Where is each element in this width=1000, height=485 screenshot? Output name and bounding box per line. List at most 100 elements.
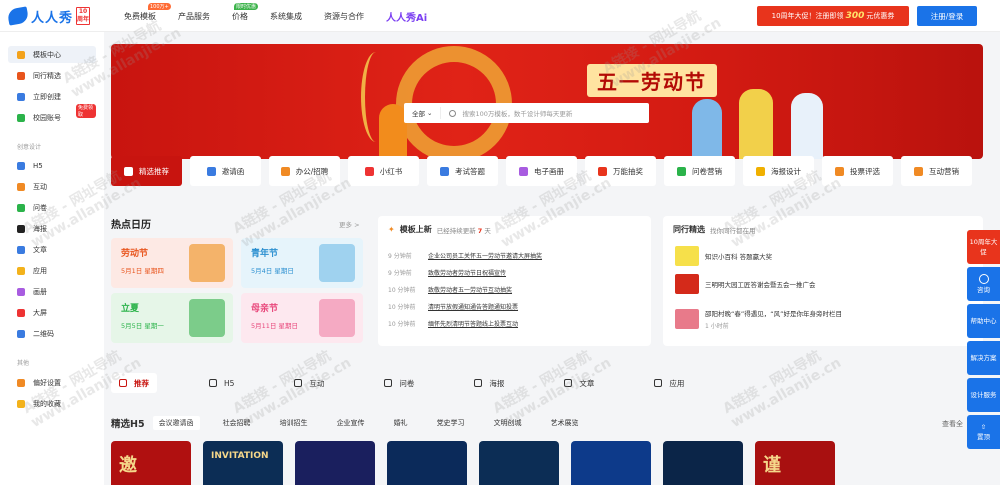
heart-icon xyxy=(17,378,25,387)
h5-thumbnail[interactable] xyxy=(295,441,375,485)
calendar-card[interactable]: 青年节 5月4日 星期日 xyxy=(241,238,363,288)
sidebar-item-article[interactable]: 文章 xyxy=(8,241,96,258)
category-1[interactable]: 邀请函 xyxy=(190,156,261,186)
nav-products[interactable]: 产品服务 xyxy=(178,11,210,22)
subtab[interactable]: 会议邀请函 xyxy=(152,416,200,430)
h5-thumbnails: 邀 INVITATION 谨 xyxy=(111,441,983,485)
sidebar-item-interactive[interactable]: 互动 xyxy=(8,178,96,195)
category-10[interactable]: 互动营销 xyxy=(901,156,972,186)
brand-logo[interactable]: 人人秀 10 周年 xyxy=(6,6,91,26)
back-to-top-button[interactable]: ⇧ 置顶 xyxy=(967,415,1000,449)
design-heading: 创意设计 xyxy=(17,144,42,151)
peer-row[interactable]: 三明明大园工匠答谢会暨五会一推广会 xyxy=(675,274,816,294)
category-icon xyxy=(756,166,765,176)
subtab[interactable]: 艺术展览 xyxy=(545,416,585,430)
sidebar-item-favorites[interactable]: 我的收藏 xyxy=(8,395,96,412)
free-tag: 免费领取 xyxy=(76,104,96,118)
category-9[interactable]: 投票评选 xyxy=(822,156,893,186)
nav-partners[interactable]: 资源与合作 xyxy=(324,11,364,22)
calendar-more-link[interactable]: 更多 > xyxy=(339,219,360,229)
update-row[interactable]: 9 分钟前 企业公司员工关怀五一劳动节邀请大屏抽奖 xyxy=(388,251,542,260)
content-tab-0[interactable]: 推荐 xyxy=(111,373,157,393)
search-icon xyxy=(449,109,457,117)
h5-thumbnail[interactable]: 邀 xyxy=(111,441,191,485)
sidebar-item-qrcode[interactable]: 二维码 xyxy=(8,325,96,342)
sidebar-item-bigscreen[interactable]: 大屏 xyxy=(8,304,96,321)
update-row[interactable]: 9 分钟前 致敬劳动者劳动节日祝福宣传 xyxy=(388,268,506,277)
search-input[interactable]: 搜索100万模板，数千设计师每天更新 xyxy=(462,108,572,118)
nav-integration[interactable]: 系统集成 xyxy=(270,11,302,22)
peer-row[interactable]: 邵阳村晚“春”得遇见，“风”好是你年身旁时栏目 1 小时前 xyxy=(675,308,842,330)
sidebar-item-template-center[interactable]: 模板中心 xyxy=(8,46,96,63)
calendar-card[interactable]: 劳动节 5月1日 星期四 xyxy=(111,238,233,288)
subtab[interactable]: 婚礼 xyxy=(388,416,414,430)
h5-thumbnail[interactable] xyxy=(571,441,651,485)
subtab[interactable]: 党史学习 xyxy=(431,416,471,430)
category-7[interactable]: 问卷营销 xyxy=(664,156,735,186)
nav-templates[interactable]: 免费模板 100万+ xyxy=(124,2,171,22)
content-tab-6[interactable]: 应用 xyxy=(646,373,692,393)
category-4[interactable]: 考试答题 xyxy=(427,156,498,186)
category-bar: 精选推荐 邀请函 办公/招聘 小红书 考试答题 电子画册 万能抽奖 问卷营销 海报设计 投票评选互… xyxy=(111,156,983,188)
calendar-card[interactable]: 立夏 5月5日 星期一 xyxy=(111,293,233,343)
h5-thumbnail[interactable] xyxy=(663,441,743,485)
h5-thumbnail[interactable] xyxy=(387,441,467,485)
help-center-button[interactable]: 帮助中心 xyxy=(967,304,1000,338)
sidebar-item-app[interactable]: 应用 xyxy=(8,262,96,279)
sidebar-item-create[interactable]: 立即创建 xyxy=(8,88,96,105)
view-all-link[interactable]: 查看全 xyxy=(942,419,963,429)
calendar-card[interactable]: 母亲节 5月11日 星期日 xyxy=(241,293,363,343)
subtab[interactable]: 社会招聘 xyxy=(217,416,257,430)
register-login-button[interactable]: 注册/登录 xyxy=(917,6,977,26)
qrcode-icon xyxy=(17,329,25,338)
category-icon xyxy=(835,166,844,176)
create-icon xyxy=(17,92,25,101)
peer-thumbnail xyxy=(675,246,699,266)
sidebar-item-campus[interactable]: 校园账号 免费领取 xyxy=(8,104,96,126)
right-float-bar: 10周年大促 咨询 帮助中心 解决方案 设计服务 ⇧ 置顶 xyxy=(967,230,1000,449)
update-row[interactable]: 10 分钟前 清明节放假通知通告答题通知投票 xyxy=(388,302,518,311)
subtab[interactable]: 企业宣传 xyxy=(331,416,371,430)
content-tab-2[interactable]: 互动 xyxy=(286,373,332,393)
peer-row[interactable]: 知识小百科 答题赢大奖 xyxy=(675,246,772,266)
h5-thumbnail[interactable]: 谨 xyxy=(755,441,835,485)
update-row[interactable]: 10 分钟前 缅怀先烈清明节答题线上投票互动 xyxy=(388,319,518,328)
peers-icon xyxy=(17,71,25,80)
promo-banner[interactable]: 10周年大促！注册即领 300 元优惠券 xyxy=(757,6,909,26)
sidebar-item-album[interactable]: 画册 xyxy=(8,283,96,300)
design-service-button[interactable]: 设计服务 xyxy=(967,378,1000,412)
sidebar-item-h5[interactable]: H5 xyxy=(8,157,96,174)
category-2[interactable]: 办公/招聘 xyxy=(269,156,340,186)
category-8[interactable]: 海报设计 xyxy=(743,156,814,186)
hero-banner[interactable]: 五一劳动节 xyxy=(111,44,983,159)
subtab[interactable]: 文明创城 xyxy=(488,416,528,430)
nav-pricing[interactable]: 价格 限时优惠 xyxy=(232,2,259,22)
content-tab-4[interactable]: 海报 xyxy=(466,373,512,393)
h5-subtabs: 精选H5 会议邀请函 社会招聘 培训招生 企业宣传 婚礼 党史学习 文明创城 艺… xyxy=(111,415,983,431)
category-icon xyxy=(364,166,374,176)
sidebar-item-poster[interactable]: 海报 xyxy=(8,220,96,237)
h5-thumbnail[interactable]: INVITATION xyxy=(203,441,283,485)
solutions-button[interactable]: 解决方案 xyxy=(967,341,1000,375)
sidebar-item-survey[interactable]: 问卷 xyxy=(8,199,96,216)
interactive-icon xyxy=(17,182,25,191)
update-row[interactable]: 10 分钟前 致敬劳动者五一劳动节互动抽奖 xyxy=(388,285,512,294)
category-6[interactable]: 万能抽奖 xyxy=(585,156,656,186)
nav-ai[interactable]: 人人秀Ai xyxy=(386,9,427,24)
content-tab-1[interactable]: H5 xyxy=(201,373,242,393)
anniversary-promo-button[interactable]: 10周年大促 xyxy=(967,230,1000,264)
sidebar-item-preferences[interactable]: 偏好设置 xyxy=(8,374,96,391)
content-tab-3[interactable]: 问卷 xyxy=(376,373,422,393)
category-0[interactable]: 精选推荐 xyxy=(111,156,182,186)
sidebar-item-peers[interactable]: 同行精选 xyxy=(8,67,96,84)
consult-button[interactable]: 咨询 xyxy=(967,267,1000,301)
search-scope-select[interactable]: 全部 ⌄ xyxy=(404,107,442,119)
content-tab-5[interactable]: 文章 xyxy=(556,373,602,393)
arrow-up-icon: ⇧ xyxy=(980,423,987,431)
category-3[interactable]: 小红书 xyxy=(348,156,419,186)
category-5[interactable]: 电子画册 xyxy=(506,156,577,186)
template-search-bar[interactable]: 全部 ⌄ 搜索100万模板，数千设计师每天更新 xyxy=(404,103,649,123)
main-nav: 免费模板 100万+ 产品服务 价格 限时优惠 系统集成 资源与合作 人人秀Ai xyxy=(124,0,449,32)
subtab[interactable]: 培训招生 xyxy=(274,416,314,430)
h5-thumbnail[interactable] xyxy=(479,441,559,485)
